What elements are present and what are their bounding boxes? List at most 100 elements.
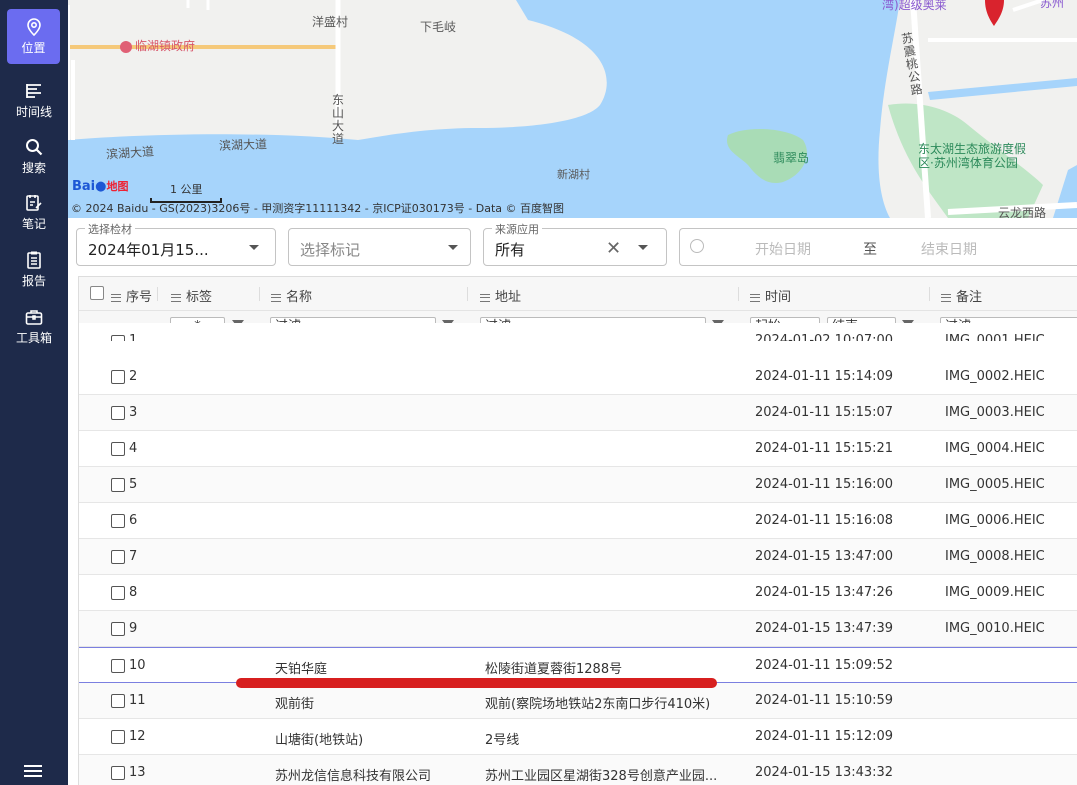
clock-icon bbox=[690, 239, 704, 253]
sidebar-item-search[interactable]: 搜索 bbox=[0, 128, 68, 184]
row-checkbox[interactable] bbox=[111, 478, 125, 492]
row-note: IMG_0003.HEIC bbox=[945, 405, 1045, 420]
header-note-label: 备注 bbox=[956, 290, 983, 305]
material-select[interactable]: 选择检材 2024年01月15... bbox=[76, 221, 276, 266]
sidebar-item-label: 时间线 bbox=[15, 104, 52, 119]
header-tag[interactable]: 标签 bbox=[171, 286, 212, 305]
row-time: 2024-01-11 15:15:07 bbox=[755, 405, 894, 420]
table-row[interactable]: 3 2024-01-11 15:15:07 IMG_0003.HEIC bbox=[79, 395, 1077, 431]
row-checkbox[interactable] bbox=[111, 550, 125, 564]
date-range-separator: 至 bbox=[863, 242, 877, 258]
row-index: 3 bbox=[129, 405, 138, 420]
chevron-down-icon bbox=[448, 245, 458, 250]
sidebar-item-label: 位置 bbox=[21, 41, 46, 55]
row-index: 12 bbox=[129, 729, 146, 744]
row-address: 苏州工业园区星湖街328号创意产业园... bbox=[485, 769, 718, 784]
baidu-logo: Bai●地图 bbox=[72, 178, 128, 194]
date-end-input[interactable]: 结束日期 bbox=[921, 239, 977, 259]
header-tag-label: 标签 bbox=[186, 290, 213, 305]
map-copyright: © 2024 Baidu - GS(2023)3206号 - 甲测资字11111… bbox=[71, 202, 565, 215]
table-row[interactable]: 11 观前街 观前(察院场地铁站2东南口步行410米) 2024-01-11 15:1… bbox=[79, 683, 1077, 719]
row-checkbox[interactable] bbox=[111, 370, 125, 384]
header-index[interactable]: 序号 bbox=[111, 286, 152, 305]
row-note: IMG_0005.HEIC bbox=[945, 477, 1045, 492]
row-note: IMG_0008.HEIC bbox=[945, 549, 1045, 564]
header-note[interactable]: 备注 bbox=[941, 286, 982, 305]
row-time: 2024-01-11 15:16:08 bbox=[755, 513, 894, 528]
header-address[interactable]: 地址 bbox=[480, 286, 521, 305]
column-menu-icon bbox=[171, 293, 181, 302]
column-divider[interactable] bbox=[467, 287, 468, 301]
row-time: 2024-01-15 13:43:32 bbox=[755, 765, 894, 780]
row-checkbox[interactable] bbox=[111, 514, 125, 528]
table-row[interactable]: 12 山塘街(地铁站) 2号线 2024-01-11 15:12:09 bbox=[79, 719, 1077, 755]
row-address: 松陵街道夏蓉街1288号 bbox=[485, 662, 623, 677]
column-menu-icon bbox=[750, 293, 760, 302]
row-index: 13 bbox=[129, 765, 146, 780]
table-row[interactable]: 5 2024-01-11 15:16:00 IMG_0005.HEIC bbox=[79, 467, 1077, 503]
table-row[interactable]: 6 2024-01-11 15:16:08 IMG_0006.HEIC bbox=[79, 503, 1077, 539]
clear-icon[interactable]: ✕ bbox=[606, 238, 621, 259]
header-name[interactable]: 名称 bbox=[271, 286, 312, 305]
material-select-value: 2024年01月15... bbox=[88, 241, 209, 259]
select-all-checkbox[interactable] bbox=[90, 286, 104, 300]
poi-pin-icon bbox=[120, 40, 132, 53]
row-checkbox[interactable] bbox=[111, 694, 125, 708]
source-app-legend: 来源应用 bbox=[492, 221, 542, 237]
sidebar-item-report[interactable]: 报告 bbox=[0, 241, 68, 297]
row-time: 2024-01-15 13:47:00 bbox=[755, 549, 894, 564]
column-divider[interactable] bbox=[259, 287, 260, 301]
material-select-legend: 选择检材 bbox=[85, 221, 135, 237]
map-label-cuicui: 翡翠岛 bbox=[773, 151, 810, 165]
sidebar-item-location[interactable]: 位置 bbox=[7, 9, 60, 64]
row-note: IMG_0010.HEIC bbox=[945, 621, 1045, 636]
column-divider[interactable] bbox=[157, 287, 158, 301]
column-menu-icon bbox=[941, 293, 951, 302]
column-menu-icon bbox=[271, 293, 281, 302]
table-row[interactable]: 4 2024-01-11 15:15:21 IMG_0004.HEIC bbox=[79, 431, 1077, 467]
row-checkbox[interactable] bbox=[111, 766, 125, 780]
row-checkbox[interactable] bbox=[111, 406, 125, 420]
table-row[interactable]: 7 2024-01-15 13:47:00 IMG_0008.HEIC bbox=[79, 539, 1077, 575]
table-row[interactable]: 2 2024-01-11 15:14:09 IMG_0002.HEIC bbox=[79, 359, 1077, 395]
row-index: 7 bbox=[129, 549, 138, 564]
location-pin-icon bbox=[26, 18, 41, 37]
row-time: 2024-01-11 15:16:00 bbox=[755, 477, 894, 492]
table-row[interactable]: 13 苏州龙信信息科技有限公司 苏州工业园区星湖街328号创意产业园... 2024-… bbox=[79, 755, 1077, 785]
row-checkbox[interactable] bbox=[111, 586, 125, 600]
row-time: 2024-01-11 15:09:52 bbox=[755, 658, 894, 673]
row-name: 天铂华庭 bbox=[275, 662, 328, 677]
row-note: IMG_0004.HEIC bbox=[945, 441, 1045, 456]
tag-select[interactable]: 选择标记 bbox=[288, 228, 471, 266]
sidebar-item-timeline[interactable]: 时间线 bbox=[0, 72, 68, 128]
row-time: 2024-01-11 15:10:59 bbox=[755, 693, 894, 708]
row-checkbox[interactable] bbox=[111, 730, 125, 744]
hamburger-menu-icon[interactable] bbox=[22, 762, 44, 780]
row-checkbox[interactable] bbox=[111, 659, 125, 673]
row-time: 2024-01-11 15:15:21 bbox=[755, 441, 894, 456]
map-label-outlet: 湾)超级奥莱 bbox=[882, 0, 947, 12]
row-note: IMG_0002.HEIC bbox=[945, 369, 1045, 384]
column-menu-icon bbox=[480, 293, 490, 302]
sidebar-item-toolbox[interactable]: 工具箱 bbox=[0, 298, 68, 354]
row-index: 10 bbox=[129, 658, 146, 673]
map-label-binhu-2: 滨湖大道 bbox=[218, 137, 268, 153]
column-divider[interactable] bbox=[738, 287, 739, 301]
row-checkbox[interactable] bbox=[111, 442, 125, 456]
header-time[interactable]: 时间 bbox=[750, 286, 791, 305]
row-time: 2024-01-15 13:47:39 bbox=[755, 621, 894, 636]
column-divider[interactable] bbox=[929, 287, 930, 301]
date-start-input[interactable]: 开始日期 bbox=[755, 239, 811, 259]
date-range-picker[interactable]: 开始日期 至 结束日期 bbox=[679, 228, 1077, 266]
map-view[interactable]: 洋盛村 下毛岐 临湖镇政府 东山大道 滨湖大道 滨湖大道 新湖村 翡翠岛 苏震桃… bbox=[68, 0, 1077, 218]
table-row[interactable]: 8 2024-01-15 13:47:26 IMG_0009.HEIC bbox=[79, 575, 1077, 611]
sidebar-item-label: 工具箱 bbox=[15, 330, 52, 345]
header-index-label: 序号 bbox=[126, 290, 153, 305]
header-address-label: 地址 bbox=[495, 290, 522, 305]
row-checkbox[interactable] bbox=[111, 622, 125, 636]
source-app-select[interactable]: 来源应用 所有 ✕ bbox=[483, 221, 667, 266]
map-label-yunlong: 云龙西路 bbox=[998, 206, 1047, 218]
table-row[interactable]: 9 2024-01-15 13:47:39 IMG_0010.HEIC bbox=[79, 611, 1077, 647]
source-app-value: 所有 bbox=[495, 241, 526, 259]
sidebar-item-notes[interactable]: 笔记 bbox=[0, 184, 68, 240]
